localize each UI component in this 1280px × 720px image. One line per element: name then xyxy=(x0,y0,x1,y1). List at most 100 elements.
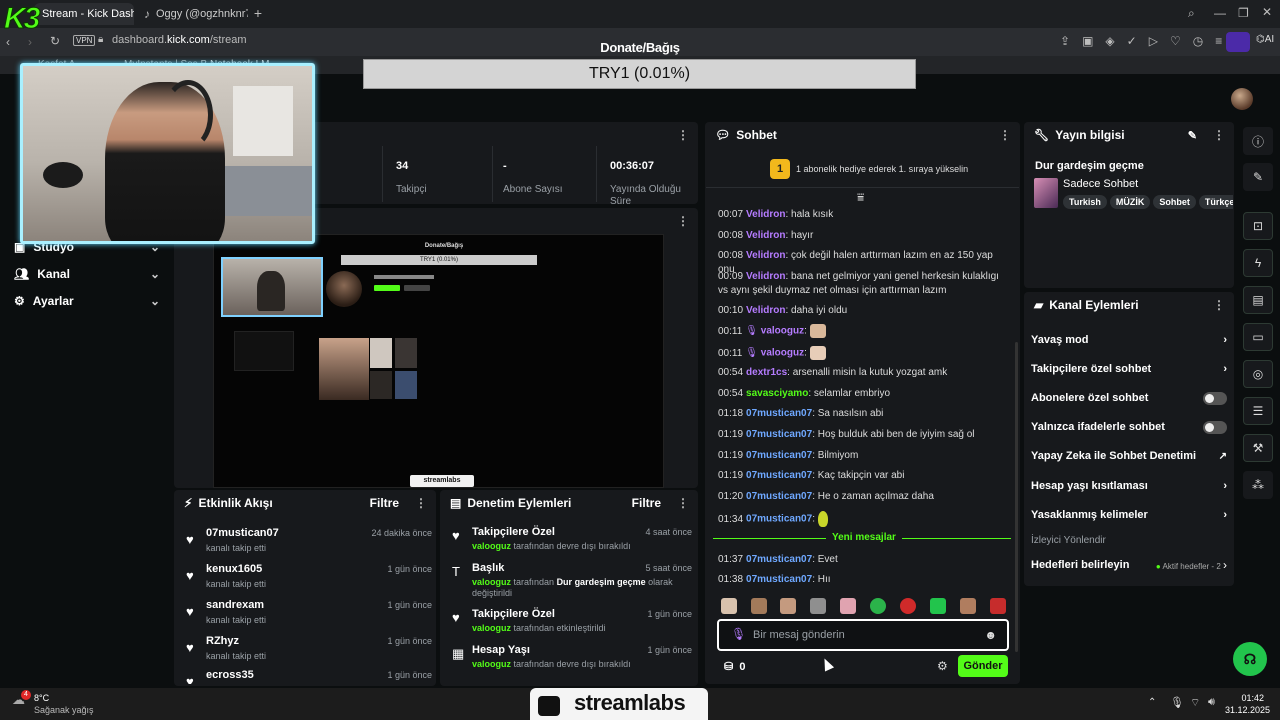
tag[interactable]: Turkish xyxy=(1063,195,1107,209)
emote[interactable] xyxy=(810,598,826,614)
more-icon[interactable]: ⋮ xyxy=(677,214,689,228)
tab-tiktok[interactable]: ♪ Oggy (@ogzhnknr7) | TikT xyxy=(136,3,248,25)
broadcast-icon[interactable]: ◎ xyxy=(1243,360,1273,388)
msg-user[interactable]: 07mustican07 xyxy=(746,574,812,585)
search-tabs-icon[interactable]: ⌕ xyxy=(1188,6,1195,21)
emote[interactable] xyxy=(870,598,886,614)
list-item[interactable]: ▦ Hesap Yaşı 1 gün önce valooguz tarafından… xyxy=(448,644,694,674)
emote[interactable] xyxy=(930,598,946,614)
emote[interactable] xyxy=(751,598,767,614)
msg-user[interactable]: 07mustican07 xyxy=(746,429,812,440)
clock-time[interactable]: 01:42 xyxy=(1228,693,1264,703)
chat-message[interactable]: 00:11 🎙︎ valooguz: xyxy=(718,324,1008,339)
pinned-icon[interactable]: ⩸ xyxy=(857,190,864,205)
emoji-icon[interactable]: ☻ xyxy=(984,628,997,642)
emote[interactable] xyxy=(817,511,828,527)
msg-user[interactable]: valooguz xyxy=(761,348,804,359)
msg-user[interactable]: Velidron xyxy=(746,209,785,220)
chat-message[interactable]: 01:19 07mustican07: Kaç takipçin var abi xyxy=(718,469,1008,483)
action-account-age[interactable]: Hesap yaşı kısıtlaması › xyxy=(1031,477,1227,495)
msg-user[interactable]: dextr1cs xyxy=(746,367,787,378)
msg-user[interactable]: savasciyamo xyxy=(746,388,808,399)
list-item[interactable]: ♥ ecross35 1 gün önce xyxy=(180,666,436,684)
share-icon[interactable]: ⇪ xyxy=(1060,34,1070,48)
msg-user[interactable]: Velidron xyxy=(746,305,785,316)
history-icon[interactable]: ◷ xyxy=(1193,34,1203,48)
action-emote-only[interactable]: Yalnızca ifadelerle sohbet xyxy=(1031,418,1227,436)
moderation-filter-button[interactable]: Filtre xyxy=(632,496,661,510)
chat-message[interactable]: 01:34 07mustican07: xyxy=(718,511,1008,527)
chat-message[interactable]: 01:18 07mustican07: Sa nasılsın abi xyxy=(718,407,1008,421)
weather-desc[interactable]: Sağanak yağış xyxy=(34,705,94,715)
capture-icon[interactable]: ⊡ xyxy=(1243,212,1273,240)
chat-message[interactable]: 00:08 Velidron: hayır xyxy=(718,229,1008,243)
wrench-icon[interactable]: ⚒ xyxy=(1243,434,1273,462)
info-icon[interactable]: ⓘ xyxy=(1243,127,1273,155)
tag[interactable]: MÜZİK xyxy=(1109,195,1151,209)
emote-only-toggle[interactable] xyxy=(1203,420,1227,434)
chat-message[interactable]: 00:09 Velidron: bana net gelmiyor yani ge… xyxy=(718,270,1008,298)
minimize-icon[interactable]: — xyxy=(1214,6,1226,20)
action-followers-only[interactable]: Takipçilere özel sohbet › xyxy=(1031,360,1227,378)
list-item[interactable]: ♥ sandrexam kanalı takip etti 1 gün önce xyxy=(180,596,436,632)
chat-message[interactable]: 01:19 07mustican07: Hoş bulduk abi ben de… xyxy=(718,428,1008,442)
shield-icon[interactable]: ◈ xyxy=(1105,34,1114,48)
extension-icon[interactable] xyxy=(1226,32,1250,52)
close-icon[interactable]: ✕ xyxy=(1262,5,1272,19)
avatar[interactable] xyxy=(1231,88,1253,110)
msg-user[interactable]: 07mustican07 xyxy=(746,450,812,461)
stream-preview[interactable]: Donate/Bağış TRY1 (0.01%) streamlabs xyxy=(213,234,664,488)
back-icon[interactable]: ‹ xyxy=(6,35,10,49)
emote[interactable] xyxy=(780,598,796,614)
wifi-icon[interactable]: ⌔ xyxy=(1190,696,1200,710)
more-icon[interactable]: ⋮ xyxy=(1213,128,1225,142)
chat-message[interactable]: 01:38 07mustican07: Hıı xyxy=(718,573,1008,587)
msg-user[interactable]: 07mustican07 xyxy=(746,514,812,525)
sub-banner[interactable]: 1 1 abonelik hediye ederek 1. sıraya yük… xyxy=(706,150,1019,188)
activity-filter-button[interactable]: Filtre xyxy=(370,496,399,510)
chat-input[interactable]: 🎙︎ Bir mesaj gönderin ☻ xyxy=(717,619,1009,651)
new-messages-label[interactable]: Yeni mesajlar xyxy=(826,532,902,543)
tag[interactable]: Sohbet xyxy=(1153,195,1196,209)
menu-icon[interactable]: ≡ xyxy=(1215,34,1222,48)
more-icon[interactable]: ⋮ xyxy=(999,128,1011,142)
list-item[interactable]: ♥ Takipçilere Özel 1 gün önce valooguz tara… xyxy=(448,608,694,638)
points-display[interactable]: ⛁ 0 xyxy=(724,660,745,673)
action-slow-mode[interactable]: Yavaş mod › xyxy=(1031,331,1227,349)
action-banned-words[interactable]: Yasaklanmış kelimeler › xyxy=(1031,506,1227,524)
volume-icon[interactable]: 🔊︎ xyxy=(1208,696,1215,709)
chat-message[interactable]: 01:20 07mustican07: He o zaman açılmaz da… xyxy=(718,490,1008,504)
sidebar-item-channel[interactable]: 👥︎ Kanal ⌄ xyxy=(14,267,160,281)
list-item[interactable]: ♥ 07mustican07 kanalı takip etti 24 dakika … xyxy=(180,524,436,560)
pencil-icon[interactable]: ✎ xyxy=(1243,163,1273,191)
emote[interactable] xyxy=(990,598,1006,614)
camera-icon[interactable]: ▣ xyxy=(1082,34,1093,48)
more-icon[interactable]: ⋮ xyxy=(415,496,427,510)
action-set-goals[interactable]: Hedefleri belirleyin ● Aktif hedefler - 2… xyxy=(1031,556,1227,574)
msg-user[interactable]: 07mustican07 xyxy=(746,491,812,502)
chat-message[interactable]: 01:19 07mustican07: Bilmiyom xyxy=(718,449,1008,463)
check-icon[interactable]: ✓ xyxy=(1127,34,1137,48)
emote[interactable] xyxy=(840,598,856,614)
server-icon[interactable]: ☰ xyxy=(1243,397,1273,425)
more-icon[interactable]: ⋮ xyxy=(1213,298,1225,312)
chat-scrollbar[interactable] xyxy=(1015,342,1018,652)
tag[interactable]: Türkçe xyxy=(1198,195,1233,209)
list-item[interactable]: T Başlık 5 saat önce valooguz tarafından Du… xyxy=(448,562,694,602)
more-icon[interactable]: ⋮ xyxy=(677,496,689,510)
action-ai-moderation[interactable]: Yapay Zeka ile Sohbet Denetimi ↗ xyxy=(1031,447,1227,465)
msg-user[interactable]: Velidron xyxy=(746,230,785,241)
tray-chevron-icon[interactable]: ⌃ xyxy=(1148,697,1156,708)
forward-icon[interactable]: › xyxy=(28,35,32,49)
mic-icon[interactable]: 🎙︎ xyxy=(1170,696,1184,709)
msg-user[interactable]: 07mustican07 xyxy=(746,554,812,565)
mic-icon[interactable]: 🎙︎ xyxy=(731,627,746,641)
chat-message[interactable]: 00:10 Velidron: daha iyi oldu xyxy=(718,304,1008,318)
edit-icon[interactable]: ✎ xyxy=(1188,129,1197,142)
list-item[interactable]: ♥ RZhyz kanalı takip etti 1 gün önce xyxy=(180,632,436,668)
chat-message[interactable]: 00:54 dextr1cs: arsenalli misin la kutuk … xyxy=(718,366,1008,380)
msg-user[interactable]: Velidron xyxy=(746,271,785,282)
emote[interactable] xyxy=(960,598,976,614)
apps-icon[interactable]: ⁂ xyxy=(1243,471,1273,499)
clock-date[interactable]: 31.12.2025 xyxy=(1220,705,1270,715)
